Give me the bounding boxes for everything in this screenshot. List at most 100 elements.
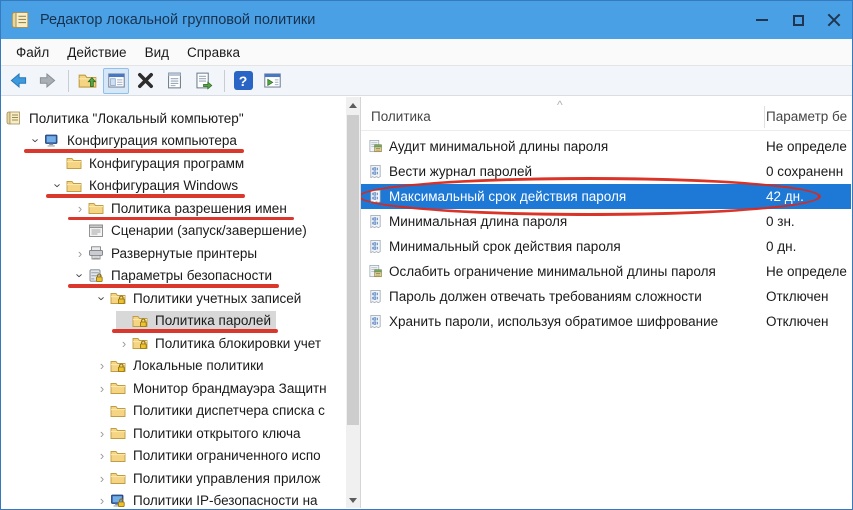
console-play-icon bbox=[263, 71, 282, 90]
new-window-button[interactable] bbox=[259, 68, 285, 94]
tree-item-15[interactable]: ›Политики открытого ключа bbox=[2, 422, 360, 445]
menu-item-3[interactable]: Вид bbox=[136, 42, 178, 63]
binary-doc-icon bbox=[368, 214, 384, 229]
details-pane: ^ Политика Параметр бе Аудит минимальной… bbox=[361, 97, 851, 508]
chevron-expanded-icon[interactable]: › bbox=[52, 178, 65, 194]
policy-value: 0 дн. bbox=[766, 239, 851, 254]
chevron-collapsed-icon[interactable]: › bbox=[94, 494, 110, 507]
policy-row-6[interactable]: Ослабить ограничение минимальной длины п… bbox=[361, 259, 851, 284]
chevron-collapsed-icon[interactable]: › bbox=[94, 472, 110, 485]
folder-icon bbox=[110, 425, 128, 441]
tree-item-3[interactable]: Конфигурация программ bbox=[2, 152, 360, 175]
menu-bar: ФайлДействиеВидСправка bbox=[1, 39, 852, 66]
policy-value: Не определе bbox=[766, 264, 851, 279]
tree-item-label: Конфигурация Windows bbox=[89, 178, 238, 193]
policy-value: 0 зн. bbox=[766, 214, 851, 229]
tree-item-label: Развернутые принтеры bbox=[111, 246, 257, 261]
app-icon bbox=[11, 10, 31, 30]
toolbar-separator bbox=[68, 70, 69, 92]
tree-item-11[interactable]: ›Политика блокировки учет bbox=[2, 332, 360, 355]
binary-doc-icon bbox=[368, 164, 384, 179]
policy-name: Аудит минимальной длины пароля bbox=[389, 139, 766, 154]
computer-lock-icon bbox=[110, 493, 128, 508]
column-header-security-setting[interactable]: Параметр бе bbox=[766, 109, 851, 124]
tree-item-label: Монитор брандмауэра Защитн bbox=[133, 381, 327, 396]
menu-item-2[interactable]: Действие bbox=[58, 42, 135, 63]
export-list-button[interactable] bbox=[190, 68, 216, 94]
title-bar: Редактор локальной групповой политики bbox=[1, 1, 852, 39]
chevron-expanded-icon[interactable]: › bbox=[96, 290, 109, 306]
folder-up-button[interactable] bbox=[74, 68, 100, 94]
menu-item-1[interactable]: Файл bbox=[7, 42, 58, 63]
chevron-collapsed-icon[interactable]: › bbox=[116, 337, 132, 350]
tree-item-6[interactable]: Сценарии (запуск/завершение) bbox=[2, 220, 360, 243]
scrollbar-thumb[interactable] bbox=[347, 115, 359, 425]
policy-value: Не определе bbox=[766, 139, 851, 154]
chevron-collapsed-icon[interactable]: › bbox=[94, 359, 110, 372]
tree-item-10[interactable]: Политика паролей bbox=[2, 310, 360, 333]
column-header-policy[interactable]: Политика bbox=[371, 109, 431, 124]
tree-item-13[interactable]: › Монитор брандмауэра Защитн bbox=[2, 377, 360, 400]
chevron-expanded-icon[interactable]: › bbox=[74, 268, 87, 284]
tree-item-label: Политики IP-безопасности на bbox=[133, 493, 318, 508]
close-icon bbox=[827, 13, 841, 27]
chevron-collapsed-icon[interactable]: › bbox=[94, 427, 110, 440]
tree-item-label: Политика разрешения имен bbox=[111, 201, 287, 216]
maximize-icon bbox=[793, 15, 804, 26]
properties-button[interactable] bbox=[161, 68, 187, 94]
tree-item-12[interactable]: ›Локальные политики bbox=[2, 355, 360, 378]
policy-row-4[interactable]: Минимальная длина пароля0 зн. bbox=[361, 209, 851, 234]
scrollbar-down-arrow[interactable] bbox=[346, 492, 360, 508]
column-divider[interactable] bbox=[764, 106, 765, 128]
policy-row-1[interactable]: Аудит минимальной длины пароляНе определ… bbox=[361, 134, 851, 159]
policy-row-2[interactable]: Вести журнал паролей0 сохраненн bbox=[361, 159, 851, 184]
tree-item-label: Конфигурация программ bbox=[89, 156, 244, 171]
chevron-collapsed-icon[interactable]: › bbox=[72, 247, 88, 260]
console-tree-pane: Политика "Локальный компьютер"›Конфигура… bbox=[2, 97, 361, 508]
policy-row-3[interactable]: Максимальный срок действия пароля42 дн. bbox=[361, 184, 851, 209]
folder-icon bbox=[110, 403, 128, 419]
policy-row-5[interactable]: Минимальный срок действия пароля0 дн. bbox=[361, 234, 851, 259]
tree-scrollbar[interactable] bbox=[346, 97, 360, 508]
policy-row-8[interactable]: Хранить пароли, используя обратимое шифр… bbox=[361, 309, 851, 334]
policy-row-7[interactable]: Пароль должен отвечать требованиям сложн… bbox=[361, 284, 851, 309]
help-button[interactable]: ? bbox=[230, 68, 256, 94]
tree-item-18[interactable]: › Политики IP-безопасности на bbox=[2, 490, 360, 509]
delete-x-icon bbox=[136, 71, 155, 90]
folder-icon bbox=[110, 380, 128, 396]
properties-icon bbox=[165, 71, 184, 90]
maximize-button[interactable] bbox=[780, 1, 816, 39]
close-button[interactable] bbox=[816, 1, 852, 39]
tree-item-8[interactable]: ›Параметры безопасности bbox=[2, 265, 360, 288]
chevron-expanded-icon[interactable]: › bbox=[30, 133, 43, 149]
tree-item-2[interactable]: ›Конфигурация компьютера bbox=[2, 130, 360, 153]
chevron-collapsed-icon[interactable]: › bbox=[94, 382, 110, 395]
tree-item-7[interactable]: › Развернутые принтеры bbox=[2, 242, 360, 265]
help-icon: ? bbox=[234, 71, 253, 90]
forward-arrow-icon bbox=[38, 71, 57, 90]
forward-button[interactable] bbox=[34, 68, 60, 94]
policy-name: Вести журнал паролей bbox=[389, 164, 766, 179]
scrollbar-up-arrow[interactable] bbox=[346, 97, 360, 113]
binary-doc-icon bbox=[368, 239, 384, 254]
show-console-window-button[interactable] bbox=[103, 68, 129, 94]
back-arrow-icon bbox=[9, 71, 28, 90]
tree-item-5[interactable]: › Политика разрешения имен bbox=[2, 197, 360, 220]
computer-icon bbox=[44, 133, 62, 149]
minimize-button[interactable] bbox=[744, 1, 780, 39]
tree-item-label: Политики учетных записей bbox=[133, 291, 301, 306]
tree-item-16[interactable]: ›Политики ограниченного испо bbox=[2, 445, 360, 468]
server-lock-icon bbox=[88, 268, 106, 284]
delete-button[interactable] bbox=[132, 68, 158, 94]
chevron-collapsed-icon[interactable]: › bbox=[72, 202, 88, 215]
tree-item-17[interactable]: ›Политики управления прилож bbox=[2, 467, 360, 490]
menu-item-4[interactable]: Справка bbox=[178, 42, 249, 63]
tree-item-14[interactable]: Политики диспетчера списка с bbox=[2, 400, 360, 423]
tree-item-4[interactable]: › Конфигурация Windows bbox=[2, 175, 360, 198]
policy-value: 0 сохраненн bbox=[766, 164, 851, 179]
tree-item-1[interactable]: Политика "Локальный компьютер" bbox=[2, 107, 360, 130]
chevron-collapsed-icon[interactable]: › bbox=[94, 449, 110, 462]
tree-item-9[interactable]: › Политики учетных записей bbox=[2, 287, 360, 310]
back-button[interactable] bbox=[5, 68, 31, 94]
policy-name: Ослабить ограничение минимальной длины п… bbox=[389, 264, 766, 279]
